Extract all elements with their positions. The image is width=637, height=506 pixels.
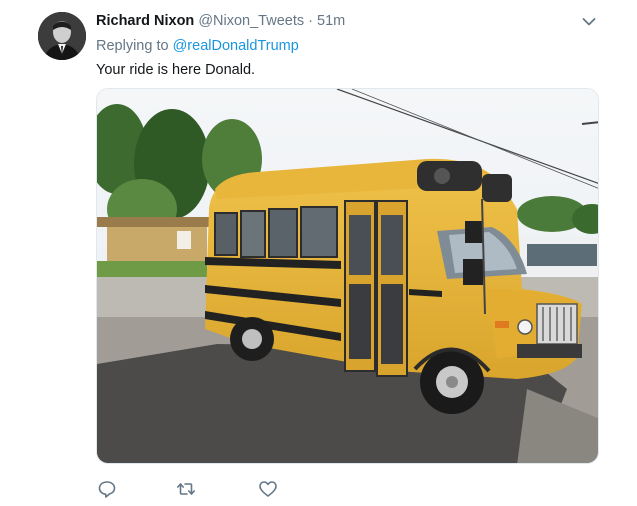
tweet-text: Your ride is here Donald. <box>96 62 256 78</box>
user-handle[interactable]: @Nixon_Tweets <box>198 13 304 29</box>
chevron-down-icon[interactable] <box>581 14 597 30</box>
separator-dot: · <box>308 13 313 29</box>
avatar[interactable] <box>38 12 86 60</box>
replying-to-label: Replying to <box>96 38 169 54</box>
replying-to: Replying to @realDonaldTrump <box>96 37 299 55</box>
timestamp[interactable]: 51m <box>317 13 345 29</box>
tweet-header: Richard Nixon @Nixon_Tweets · 51m <box>96 12 345 30</box>
reply-icon[interactable] <box>97 479 117 499</box>
tweet[interactable]: Richard Nixon @Nixon_Tweets · 51m Replyi… <box>0 0 637 506</box>
reply-to-link[interactable]: @realDonaldTrump <box>173 38 299 54</box>
heart-icon[interactable] <box>258 479 278 499</box>
retweet-icon[interactable] <box>176 479 196 499</box>
tweet-photo[interactable] <box>96 88 599 464</box>
tweet-actions <box>96 479 296 499</box>
display-name[interactable]: Richard Nixon <box>96 13 194 29</box>
